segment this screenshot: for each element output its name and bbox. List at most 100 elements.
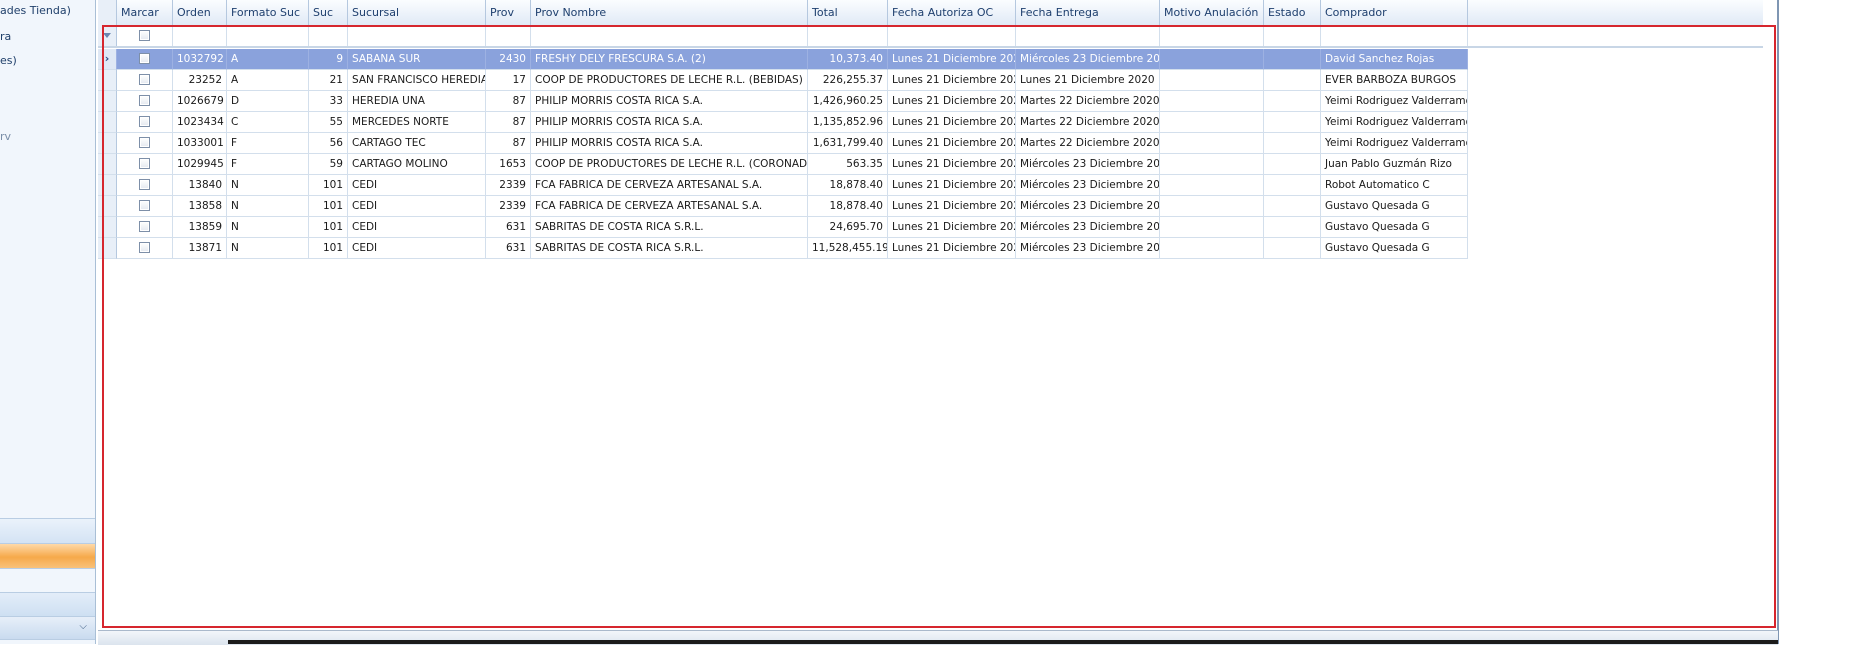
cell-motivo-anulacion[interactable] bbox=[1160, 70, 1264, 91]
cell-fecha-entrega[interactable]: Martes 22 Diciembre 2020 bbox=[1016, 112, 1160, 133]
filter-cell-orden[interactable] bbox=[173, 26, 227, 46]
cell-formato-suc[interactable]: D bbox=[227, 91, 309, 112]
filter-icon[interactable] bbox=[98, 26, 117, 46]
cell-comprador[interactable]: Yeimi Rodriguez Valderramos bbox=[1321, 91, 1468, 112]
cell-prov-nombre[interactable]: PHILIP MORRIS COSTA RICA S.A. bbox=[531, 112, 808, 133]
cell-estado[interactable] bbox=[1264, 70, 1321, 91]
cell-estado[interactable] bbox=[1264, 196, 1321, 217]
cell-fecha-entrega[interactable]: Miércoles 23 Diciembre 2020 bbox=[1016, 154, 1160, 175]
row-checkbox[interactable] bbox=[139, 115, 150, 127]
table-row[interactable]: 13858 N 101 CEDI 2339 FCA FABRICA DE CERVEZA … bbox=[98, 196, 1763, 217]
cell-estado[interactable] bbox=[1264, 154, 1321, 175]
nav-item-4[interactable]: rv bbox=[0, 130, 11, 143]
cell-suc[interactable]: 9 bbox=[309, 49, 348, 70]
nav-group-button[interactable] bbox=[0, 592, 95, 618]
cell-fecha-autoriza-oc[interactable]: Lunes 21 Diciembre 2020 bbox=[888, 196, 1016, 217]
cell-estado[interactable] bbox=[1264, 91, 1321, 112]
cell-suc[interactable]: 56 bbox=[309, 133, 348, 154]
cell-motivo-anulacion[interactable] bbox=[1160, 49, 1264, 70]
cell-total[interactable]: 24,695.70 bbox=[808, 217, 888, 238]
table-row[interactable]: 1026679 D 33 HEREDIA UNA 87 PHILIP MORRIS COS… bbox=[98, 91, 1763, 112]
cell-formato-suc[interactable]: N bbox=[227, 196, 309, 217]
cell-total[interactable]: 11,528,455.19 bbox=[808, 238, 888, 259]
cell-total[interactable]: 226,255.37 bbox=[808, 70, 888, 91]
row-indicator[interactable] bbox=[98, 196, 117, 217]
cell-fecha-autoriza-oc[interactable]: Lunes 21 Diciembre 2020 bbox=[888, 112, 1016, 133]
table-row[interactable]: › 1032792 A 9 SABANA SUR 2430 FRESHY DELY FRES… bbox=[98, 49, 1763, 70]
cell-orden[interactable]: 23252 bbox=[173, 70, 227, 91]
cell-formato-suc[interactable]: A bbox=[227, 49, 309, 70]
cell-prov-nombre[interactable]: FCA FABRICA DE CERVEZA ARTESANAL S.A. bbox=[531, 175, 808, 196]
filter-cell-motivo[interactable] bbox=[1160, 26, 1264, 46]
cell-motivo-anulacion[interactable] bbox=[1160, 217, 1264, 238]
row-checkbox[interactable] bbox=[139, 136, 150, 148]
cell-comprador[interactable]: Yeimi Rodriguez Valderramos bbox=[1321, 133, 1468, 154]
filter-cell-prov-nombre[interactable] bbox=[531, 26, 808, 46]
cell-fecha-entrega[interactable]: Miércoles 23 Diciembre 2020 bbox=[1016, 175, 1160, 196]
cell-prov[interactable]: 87 bbox=[486, 112, 531, 133]
col-header-fecha-entrega[interactable]: Fecha Entrega bbox=[1016, 0, 1160, 26]
col-header-sucursal[interactable]: Sucursal bbox=[348, 0, 486, 26]
cell-prov[interactable]: 631 bbox=[486, 217, 531, 238]
col-header-orden[interactable]: Orden bbox=[173, 0, 227, 26]
chevron-down-icon[interactable]: ⌵ bbox=[79, 621, 87, 632]
cell-comprador[interactable]: Robot Automatico C bbox=[1321, 175, 1468, 196]
cell-fecha-entrega[interactable]: Miércoles 23 Diciembre 2020 bbox=[1016, 49, 1160, 70]
cell-prov[interactable]: 17 bbox=[486, 70, 531, 91]
row-checkbox[interactable] bbox=[139, 94, 150, 106]
cell-suc[interactable]: 101 bbox=[309, 175, 348, 196]
row-indicator[interactable] bbox=[98, 91, 117, 112]
col-header-prov-nombre[interactable]: Prov Nombre bbox=[531, 0, 808, 26]
cell-sucursal[interactable]: CEDI bbox=[348, 196, 486, 217]
row-checkbox[interactable] bbox=[139, 157, 150, 169]
table-row[interactable]: 1029945 F 59 CARTAGO MOLINO 1653 COOP DE PROD… bbox=[98, 154, 1763, 175]
cell-sucursal[interactable]: CEDI bbox=[348, 175, 486, 196]
cell-fecha-autoriza-oc[interactable]: Lunes 21 Diciembre 2020 bbox=[888, 217, 1016, 238]
cell-suc[interactable]: 33 bbox=[309, 91, 348, 112]
cell-total[interactable]: 563.35 bbox=[808, 154, 888, 175]
cell-total[interactable]: 1,135,852.96 bbox=[808, 112, 888, 133]
nav-configure-button[interactable]: ⌵ bbox=[0, 616, 95, 640]
cell-prov[interactable]: 1653 bbox=[486, 154, 531, 175]
row-checkbox[interactable] bbox=[139, 73, 150, 85]
filter-cell-sucursal[interactable] bbox=[348, 26, 486, 46]
col-header-motivo-anulacion[interactable]: Motivo Anulación bbox=[1160, 0, 1264, 26]
select-all-checkbox[interactable] bbox=[139, 29, 150, 41]
cell-fecha-autoriza-oc[interactable]: Lunes 21 Diciembre 2020 bbox=[888, 133, 1016, 154]
cell-comprador[interactable]: EVER BARBOZA BURGOS bbox=[1321, 70, 1468, 91]
col-header-comprador[interactable]: Comprador bbox=[1321, 0, 1468, 26]
cell-prov-nombre[interactable]: SABRITAS DE COSTA RICA S.R.L. bbox=[531, 217, 808, 238]
cell-orden[interactable]: 1026679 bbox=[173, 91, 227, 112]
cell-prov-nombre[interactable]: PHILIP MORRIS COSTA RICA S.A. bbox=[531, 91, 808, 112]
row-checkbox[interactable] bbox=[139, 178, 150, 190]
cell-comprador[interactable]: Gustavo Quesada G bbox=[1321, 217, 1468, 238]
cell-prov[interactable]: 2339 bbox=[486, 175, 531, 196]
col-header-suc[interactable]: Suc bbox=[309, 0, 348, 26]
cell-suc[interactable]: 55 bbox=[309, 112, 348, 133]
cell-suc[interactable]: 101 bbox=[309, 238, 348, 259]
cell-orden[interactable]: 1029945 bbox=[173, 154, 227, 175]
cell-formato-suc[interactable]: F bbox=[227, 133, 309, 154]
row-checkbox[interactable] bbox=[139, 220, 150, 232]
cell-sucursal[interactable]: MERCEDES NORTE bbox=[348, 112, 486, 133]
cell-prov-nombre[interactable]: COOP DE PRODUCTORES DE LECHE R.L. (CORON… bbox=[531, 154, 808, 175]
cell-fecha-entrega[interactable]: Lunes 21 Diciembre 2020 bbox=[1016, 70, 1160, 91]
cell-total[interactable]: 10,373.40 bbox=[808, 49, 888, 70]
cell-prov-nombre[interactable]: PHILIP MORRIS COSTA RICA S.A. bbox=[531, 133, 808, 154]
cell-fecha-autoriza-oc[interactable]: Lunes 21 Diciembre 2020 bbox=[888, 91, 1016, 112]
cell-orden[interactable]: 1033001 bbox=[173, 133, 227, 154]
table-row[interactable]: 23252 A 21 SAN FRANCISCO HEREDIA 17 COOP DE P… bbox=[98, 70, 1763, 91]
cell-orden[interactable]: 13858 bbox=[173, 196, 227, 217]
cell-sucursal[interactable]: SAN FRANCISCO HEREDIA bbox=[348, 70, 486, 91]
nav-item-2[interactable]: ra bbox=[0, 30, 11, 43]
row-indicator[interactable] bbox=[98, 133, 117, 154]
cell-prov[interactable]: 87 bbox=[486, 133, 531, 154]
filter-cell-comprador[interactable] bbox=[1321, 26, 1468, 46]
filter-cell-formato[interactable] bbox=[227, 26, 309, 46]
cell-orden[interactable]: 13871 bbox=[173, 238, 227, 259]
table-row[interactable]: 13859 N 101 CEDI 631 SABRITAS DE COSTA RICA S… bbox=[98, 217, 1763, 238]
cell-fecha-entrega[interactable]: Martes 22 Diciembre 2020 bbox=[1016, 133, 1160, 154]
cell-estado[interactable] bbox=[1264, 175, 1321, 196]
filter-cell-prov[interactable] bbox=[486, 26, 531, 46]
cell-sucursal[interactable]: HEREDIA UNA bbox=[348, 91, 486, 112]
